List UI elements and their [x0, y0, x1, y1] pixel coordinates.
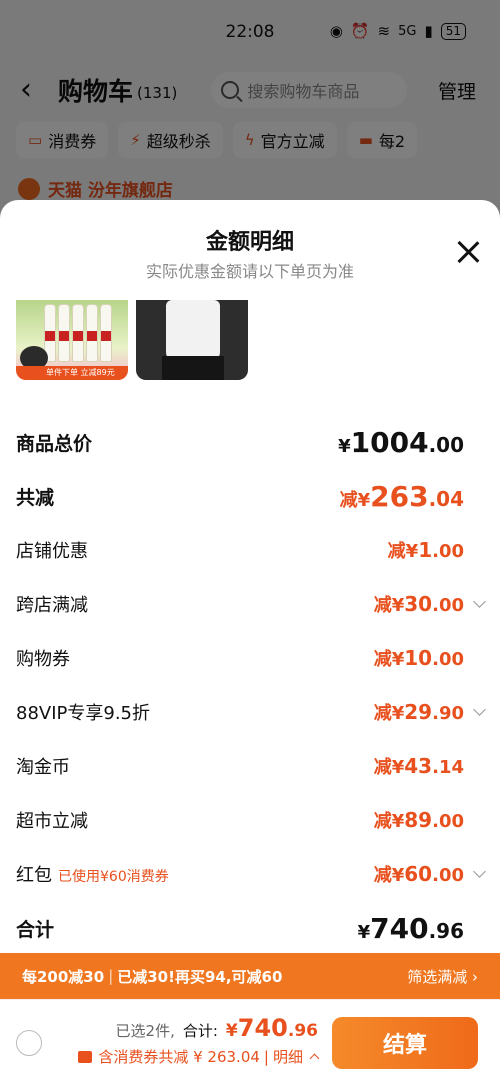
bottle-shape	[100, 304, 112, 362]
bottle-shape	[86, 304, 98, 362]
row-total-price: 商品总价 ¥1004.00	[16, 425, 464, 459]
store-discount-value: 减¥ 1.00	[387, 538, 464, 562]
discount-detail-toggle[interactable]: 含消费券共减 ¥ 263.04 | 明细	[78, 1046, 320, 1067]
divider: |	[108, 967, 114, 985]
row-grand-total: 合计 ¥740.96	[16, 911, 464, 945]
checkout-button[interactable]: 结算	[332, 1017, 478, 1069]
product-thumbnails: 单件下单 立减89元	[16, 300, 248, 380]
chevron-down-icon[interactable]	[473, 594, 486, 608]
sheet-subtitle: 实际优惠金额请以下单页为准	[145, 262, 354, 281]
total-price-value: ¥1004.00	[338, 425, 464, 459]
selected-count: 已选2件,	[115, 1022, 175, 1040]
vip-discount-value: 减¥ 29.90	[373, 700, 464, 724]
chevron-down-icon[interactable]	[473, 864, 486, 878]
promo-progress: 已减30!再买94,可减60	[117, 967, 283, 986]
shopping-coupon-value: 减¥ 10.00	[373, 646, 464, 670]
red-packet-note: 已使用¥60消费券	[58, 869, 169, 885]
promo-bar: 每200减30 | 已减30!再买94,可减60 筛选满减 ›	[0, 953, 500, 999]
total-label: 合计:	[182, 1022, 218, 1040]
row-total-discount: 共减 减¥ 263.04	[16, 479, 464, 513]
detail-label: 明细	[272, 1048, 303, 1066]
sheet-title: 金额明细	[205, 230, 294, 255]
coupon-icon	[78, 1050, 93, 1063]
summary-line: 已选2件, 合计: ¥740.96	[116, 1014, 318, 1042]
pants-shape	[162, 356, 224, 380]
chevron-up-icon	[309, 1053, 320, 1064]
shirt-shape	[166, 300, 220, 362]
close-icon[interactable]	[456, 240, 480, 264]
row-red-packet[interactable]: 红包 已使用¥60消费券 减¥ 60.00	[0, 854, 500, 894]
bottle-shape	[72, 304, 84, 362]
total-amount: ¥740.96	[225, 1014, 318, 1042]
taojinbi-value: 减¥ 43.14	[373, 754, 464, 778]
thumb-promo-tag: 单件下单 立减89元	[16, 366, 128, 380]
filter-full-discount-link[interactable]: 筛选满减 ›	[407, 966, 478, 987]
row-supermarket: 超市立减 减¥ 89.00	[16, 808, 464, 832]
discount-summary: 含消费券共减 ¥ 263.04	[98, 1048, 260, 1066]
row-cross-store[interactable]: 跨店满减 减¥ 30.00	[0, 584, 500, 624]
product-thumb-baijiu: 单件下单 立减89元	[16, 300, 128, 380]
row-taojinbi: 淘金币 减¥ 43.14	[16, 754, 464, 778]
chevron-down-icon[interactable]	[473, 702, 486, 716]
select-all-checkbox[interactable]	[16, 1030, 42, 1056]
total-discount-value: 减¥ 263.04	[339, 479, 464, 513]
supermarket-value: 减¥ 89.00	[373, 808, 464, 832]
bottle-shape	[58, 304, 70, 362]
divider: |	[263, 1047, 269, 1066]
grand-total-value: ¥740.96	[357, 911, 464, 945]
row-88vip[interactable]: 88VIP专享9.5折 减¥ 29.90	[0, 692, 500, 732]
promo-rule: 每200减30	[22, 967, 105, 986]
amount-detail-sheet: 金额明细 实际优惠金额请以下单页为准 单件下单 立减89元 商品总价 ¥1004…	[0, 200, 500, 1000]
product-thumb-shirt	[136, 300, 248, 380]
row-store-discount: 店铺优惠 减¥ 1.00	[16, 538, 464, 562]
row-shopping-coupon: 购物券 减¥ 10.00	[16, 646, 464, 670]
checkout-bar: 已选2件, 合计: ¥740.96 含消费券共减 ¥ 263.04 | 明细 结…	[0, 999, 500, 1085]
cross-store-value: 减¥ 30.00	[373, 592, 464, 616]
red-packet-value: 减¥ 60.00	[373, 862, 464, 886]
